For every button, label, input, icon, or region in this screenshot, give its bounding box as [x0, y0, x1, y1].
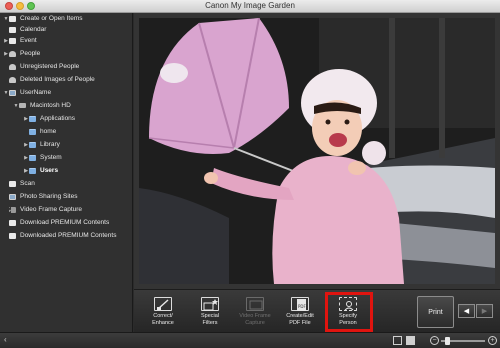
view-single-icon[interactable]	[393, 336, 402, 345]
sidebar-item-label: Photo Sharing Sites	[20, 193, 78, 200]
app-window: Canon My Image Garden ▼ Create or Open I…	[0, 0, 500, 348]
sidebar-item-library[interactable]: ▶ Library	[23, 139, 60, 150]
zoom-in-icon[interactable]: +	[488, 336, 497, 345]
view-full-icon[interactable]	[406, 336, 415, 345]
sidebar-item-downloaded-premium[interactable]: Downloaded PREMIUM Contents	[9, 230, 116, 241]
arrow-right-icon: ▶	[481, 308, 488, 315]
hard-drive-icon	[19, 103, 26, 108]
pdf-file-icon: PDF	[291, 297, 309, 311]
zoom-slider-thumb[interactable]	[445, 337, 450, 345]
correct-enhance-label: Correct/ Enhance	[145, 313, 181, 326]
sidebar-item-label: Scan	[20, 180, 35, 187]
correct-enhance-button[interactable]: Correct/ Enhance	[145, 297, 181, 326]
sidebar-item-label: Macintosh HD	[30, 102, 71, 109]
event-icon	[9, 37, 16, 44]
sidebar-item-users[interactable]: ▶ Users	[23, 165, 58, 176]
sidebar-item-label: Unregistered People	[20, 63, 80, 70]
sidebar-item-label: Create or Open Items	[20, 15, 83, 22]
sidebar-item-create-open-items[interactable]: ▼ Create or Open Items	[3, 13, 83, 24]
person-icon	[9, 63, 16, 70]
arrow-left-icon: ◀	[463, 308, 470, 315]
special-filters-label: Special Filters	[192, 313, 228, 326]
sidebar-toggle-icon[interactable]: ‹	[4, 335, 7, 344]
folder-icon	[29, 141, 36, 148]
svg-text:PDF: PDF	[298, 304, 306, 309]
sidebar-item-event[interactable]: ▶ Event	[3, 35, 37, 46]
photo-sharing-icon	[9, 193, 16, 200]
photo-image	[139, 18, 495, 284]
folder-icon	[29, 154, 36, 161]
folder-icon	[29, 167, 36, 174]
video-frame-capture-icon	[246, 297, 264, 311]
special-filters-button[interactable]: Special Filters	[192, 297, 228, 326]
scan-icon	[9, 180, 16, 187]
people-icon	[9, 50, 16, 57]
computer-icon	[9, 89, 16, 96]
print-button[interactable]: Print	[417, 296, 454, 328]
sidebar-item-label: Downloaded PREMIUM Contents	[20, 232, 117, 239]
sidebar-item-download-premium[interactable]: Download PREMIUM Contents	[9, 217, 109, 228]
video-frame-capture-button[interactable]: Video Frame Capture	[237, 297, 273, 326]
sidebar-item-photo-sharing-sites[interactable]: Photo Sharing Sites	[9, 191, 77, 202]
correct-enhance-label-text: Correct/ Enhance	[152, 313, 174, 326]
window-title: Canon My Image Garden	[205, 1, 295, 10]
sidebar-item-username[interactable]: ▼ UserName	[3, 87, 52, 98]
sidebar-item-unregistered-people[interactable]: Unregistered People	[9, 61, 79, 72]
sidebar-item-macintosh-hd[interactable]: ▼ Macintosh HD	[13, 100, 71, 111]
sidebar-item-label: UserName	[20, 89, 52, 96]
sidebar-item-deleted-images[interactable]: Deleted Images of People	[9, 74, 95, 85]
sidebar-item-video-frame-capture[interactable]: Video Frame Capture	[9, 204, 82, 215]
sidebar-item-system[interactable]: ▶ System	[23, 152, 62, 163]
zoom-out-icon[interactable]: −	[430, 336, 439, 345]
folder-icon	[29, 128, 36, 135]
video-frame-capture-label-text: Video Frame Capture	[239, 313, 271, 326]
sidebar-item-label: Users	[40, 167, 59, 174]
status-bar: ‹ − +	[0, 332, 500, 348]
correct-enhance-icon	[154, 297, 172, 311]
sidebar-item-label: Applications	[40, 115, 76, 122]
sidebar-item-scan[interactable]: Scan	[9, 178, 35, 189]
video-frame-capture-label: Video Frame Capture	[237, 313, 273, 326]
special-filters-label-text: Special Filters	[200, 313, 220, 326]
sidebar-item-label: Download PREMIUM Contents	[20, 219, 110, 226]
sidebar-item-calendar[interactable]: Calendar	[9, 24, 46, 35]
folder-icon	[9, 15, 16, 22]
sidebar-item-label: Event	[20, 37, 37, 44]
specify-person-highlight	[325, 292, 373, 332]
preview-area	[134, 13, 500, 289]
sidebar-item-label: People	[20, 50, 41, 57]
sidebar-item-label: Deleted Images of People	[20, 76, 95, 83]
person-icon	[9, 76, 16, 83]
folder-icon	[29, 115, 36, 122]
sidebar-item-home[interactable]: home	[29, 126, 56, 137]
sidebar-item-label: Library	[40, 141, 60, 148]
calendar-icon	[9, 26, 16, 33]
create-edit-pdf-button[interactable]: PDF Create/Edit PDF File	[282, 297, 318, 326]
download-icon	[9, 219, 16, 226]
sidebar-item-applications[interactable]: ▶ Applications	[23, 113, 75, 124]
next-image-button[interactable]: ▶	[476, 304, 493, 318]
create-edit-pdf-label-text: Create/Edit PDF File	[286, 313, 314, 326]
sidebar-item-label: Calendar	[20, 26, 47, 33]
sidebar-item-label: home	[40, 128, 57, 135]
downloaded-icon	[9, 232, 16, 239]
create-edit-pdf-label: Create/Edit PDF File	[282, 313, 318, 326]
special-filters-icon	[201, 297, 219, 311]
film-icon	[9, 206, 16, 213]
sidebar-item-label: Video Frame Capture	[20, 206, 83, 213]
title-bar: Canon My Image Garden	[0, 0, 500, 13]
previous-image-button[interactable]: ◀	[458, 304, 475, 318]
photo-preview[interactable]	[139, 18, 495, 284]
sidebar: ▼ Create or Open Items Calendar ▶ Event …	[0, 13, 133, 332]
sidebar-item-people[interactable]: ▶ People	[3, 48, 40, 59]
sidebar-item-label: System	[40, 154, 62, 161]
